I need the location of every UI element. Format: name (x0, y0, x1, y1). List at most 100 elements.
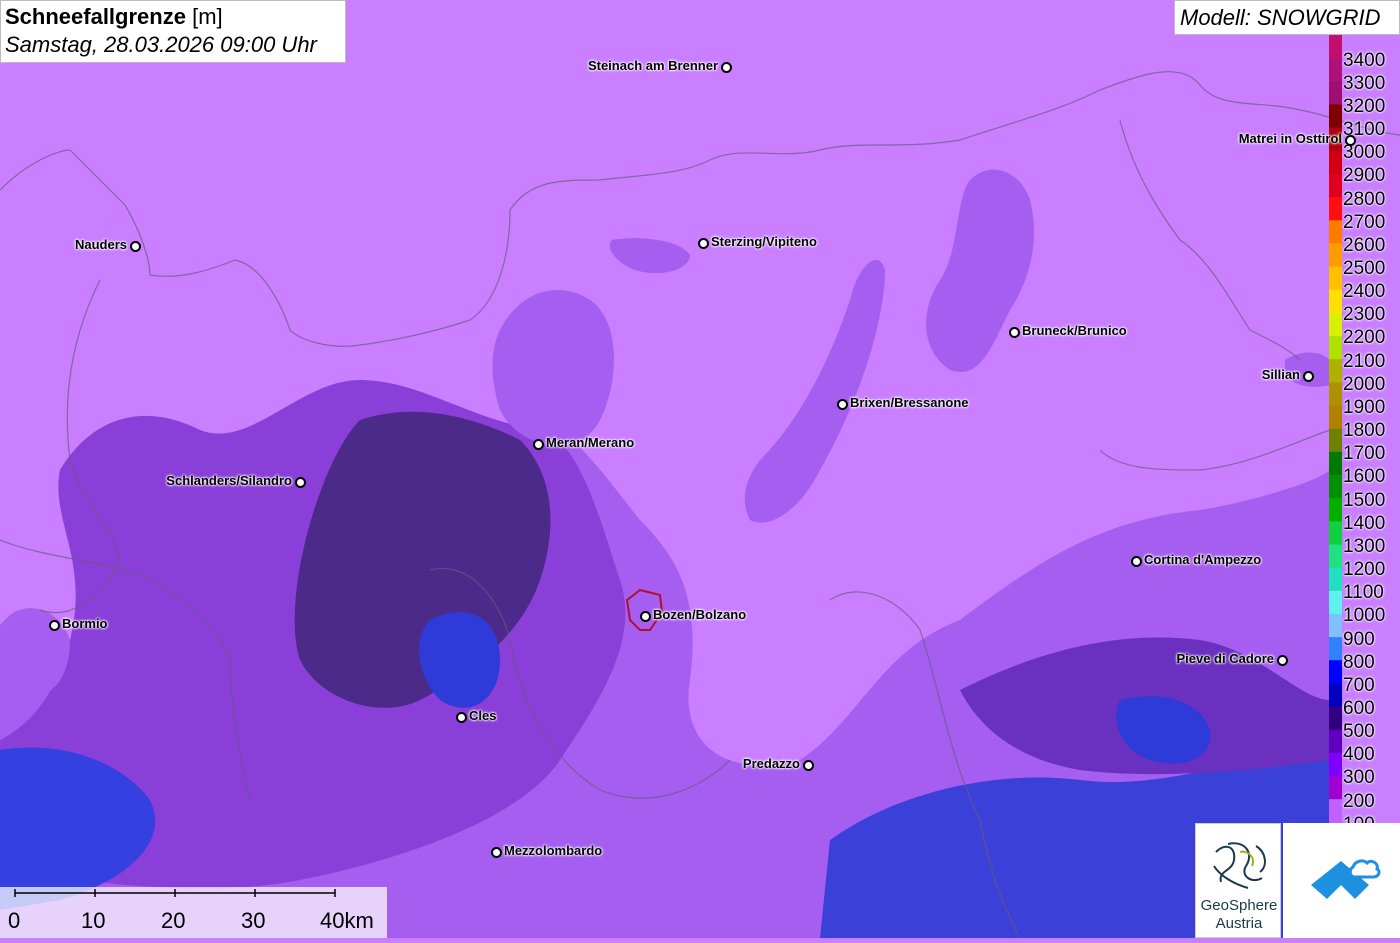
legend-swatch (1329, 567, 1342, 592)
legend-label: 3000 (1343, 142, 1386, 164)
legend-label: 2400 (1343, 281, 1386, 303)
legend-label: 200 (1343, 790, 1375, 812)
legend-swatch (1329, 35, 1342, 59)
map-timestamp: Samstag, 28.03.2026 09:00 Uhr (5, 32, 317, 57)
city-marker[interactable] (130, 241, 141, 252)
legend-swatch (1329, 220, 1342, 244)
legend-swatch (1329, 81, 1342, 105)
city-marker[interactable] (49, 620, 60, 631)
legend-swatch (1329, 706, 1342, 731)
city-label: Schlanders/Silandro (166, 473, 292, 488)
legend-swatch (1329, 776, 1342, 800)
legend-label: 3400 (1343, 49, 1386, 71)
map-canvas[interactable] (0, 0, 1400, 938)
city-marker[interactable] (295, 477, 306, 488)
legend-swatch (1329, 729, 1342, 754)
legend-swatch (1329, 58, 1342, 82)
city-marker[interactable] (803, 760, 814, 771)
legend-label: 800 (1343, 651, 1375, 673)
legend-label: 2900 (1343, 165, 1386, 187)
city-marker[interactable] (1131, 556, 1142, 567)
city-marker[interactable] (1277, 655, 1288, 666)
legend-swatch (1329, 405, 1342, 430)
city-label: Matrei in Osttirol (1238, 131, 1342, 146)
legend-swatch (1329, 498, 1342, 522)
legend-label: 3300 (1343, 72, 1386, 94)
legend-label: 1700 (1343, 443, 1386, 465)
roof-arrow-icon (1311, 859, 1381, 899)
scale-label-30: 30 (241, 908, 266, 933)
legend-swatch (1329, 289, 1342, 314)
legend-swatch (1329, 637, 1342, 661)
legend-swatch (1329, 104, 1342, 129)
legend-label: 700 (1343, 674, 1375, 696)
city-label: Sillian (1261, 367, 1300, 382)
legend-swatch (1329, 613, 1342, 638)
legend-swatch (1329, 660, 1342, 684)
legend-label: 2800 (1343, 188, 1386, 210)
page-title: Schneefallgrenze [m] (5, 4, 223, 29)
geosphere-logo-line1: GeoSphere (1200, 897, 1278, 914)
geosphere-swirl-icon (1213, 842, 1266, 889)
scale-label-10: 10 (81, 908, 106, 933)
legend-label: 1400 (1343, 512, 1386, 534)
legend-label: 2200 (1343, 327, 1386, 349)
city-marker[interactable] (533, 439, 544, 450)
city-label: Bormio (62, 616, 108, 631)
legend-label: 1300 (1343, 535, 1386, 557)
legend-swatch (1329, 382, 1342, 407)
city-label: Cles (469, 708, 497, 723)
legend-swatch (1329, 197, 1342, 221)
city-label: Brixen/Bressanone (850, 395, 969, 410)
city-label: Nauders (74, 237, 127, 252)
partner-logo[interactable] (1283, 823, 1400, 938)
legend-label: 400 (1343, 744, 1375, 766)
legend-label: 1200 (1343, 559, 1386, 581)
legend-swatch (1329, 475, 1342, 499)
city-marker[interactable] (456, 712, 467, 723)
city-label: Steinach am Brenner (587, 58, 718, 73)
legend-color-bar (1329, 35, 1342, 823)
legend-swatch (1329, 243, 1342, 268)
legend-label: 2600 (1343, 234, 1386, 256)
legend-swatch (1329, 336, 1342, 360)
scale-bar: 0 10 20 30 40km (0, 887, 387, 938)
legend-swatch (1329, 266, 1342, 291)
city-marker[interactable] (1345, 135, 1356, 146)
geosphere-logo-line2: Austria (1215, 915, 1263, 932)
legend-label: 2000 (1343, 373, 1386, 395)
city-marker[interactable] (640, 611, 651, 622)
city-label: Predazzo (742, 756, 800, 771)
legend-label: 300 (1343, 767, 1375, 789)
legend-swatch (1329, 359, 1342, 383)
legend-label: 1000 (1343, 605, 1386, 627)
legend-label: 1900 (1343, 396, 1386, 418)
city-marker[interactable] (721, 62, 732, 73)
city-label: Bruneck/Brunico (1022, 323, 1127, 338)
legend-swatch (1329, 590, 1342, 615)
legend-label: 2100 (1343, 350, 1386, 372)
city-marker[interactable] (837, 399, 848, 410)
city-label: Cortina d'Ampezzo (1144, 552, 1262, 567)
scale-label-40: 40km (320, 908, 374, 933)
city-marker[interactable] (1009, 327, 1020, 338)
legend-swatch (1329, 173, 1342, 198)
city-label: Pieve di Cadore (1176, 651, 1274, 666)
legend-swatch (1329, 451, 1342, 476)
legend-label: 600 (1343, 698, 1375, 719)
legend-label: 2300 (1343, 304, 1386, 326)
legend-label: 2500 (1343, 258, 1386, 279)
city-label: Meran/Merano (546, 435, 635, 450)
city-marker[interactable] (491, 847, 502, 858)
legend-swatch (1329, 150, 1342, 175)
legend-label: 3200 (1343, 95, 1386, 117)
scale-label-20: 20 (161, 908, 186, 933)
city-marker[interactable] (698, 238, 709, 249)
city-marker[interactable] (1303, 371, 1314, 382)
legend-swatch (1329, 752, 1342, 777)
legend-swatch (1329, 312, 1342, 337)
city-label: Bozen/Bolzano (653, 607, 747, 622)
legend-label: 500 (1343, 721, 1375, 743)
geosphere-logo[interactable]: GeoSphere Austria (1195, 823, 1281, 938)
legend-label: 1800 (1343, 420, 1386, 442)
